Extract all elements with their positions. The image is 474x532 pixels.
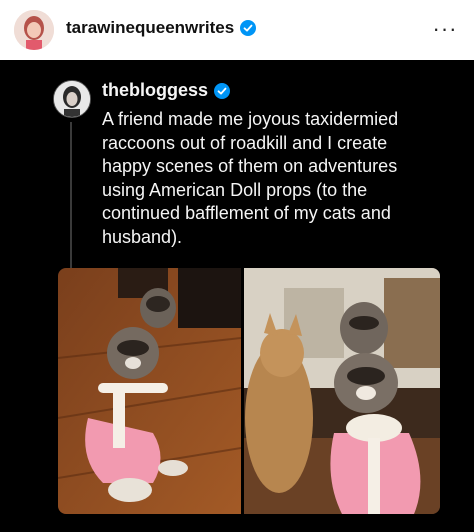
- thread-line: [70, 122, 72, 272]
- post-image-carousel[interactable]: [58, 268, 440, 514]
- post-author-avatar[interactable]: [53, 80, 91, 118]
- post-text: A friend made me joyous taxidermied racc…: [102, 109, 399, 247]
- raccoons-scooter-with-cat-photo[interactable]: [244, 268, 440, 514]
- raccoons-on-pink-scooter-photo[interactable]: [58, 268, 241, 514]
- post-header: tarawinequeenwrites ···: [0, 0, 474, 60]
- verified-badge-icon: [240, 20, 257, 36]
- photo-icon: [244, 268, 440, 514]
- header-username[interactable]: tarawinequeenwrites: [66, 18, 257, 38]
- verified-badge-icon: [214, 82, 231, 99]
- post-author[interactable]: thebloggess: [102, 80, 231, 101]
- profile-photo-icon: [14, 10, 54, 50]
- header-username-text[interactable]: tarawinequeenwrites: [66, 18, 234, 38]
- post-author-username[interactable]: thebloggess: [102, 80, 208, 101]
- header-avatar[interactable]: [14, 10, 54, 50]
- more-options-icon: ···: [432, 16, 458, 41]
- more-options-button[interactable]: ···: [430, 14, 460, 44]
- photo-icon: [58, 268, 241, 514]
- profile-photo-icon: [54, 81, 90, 117]
